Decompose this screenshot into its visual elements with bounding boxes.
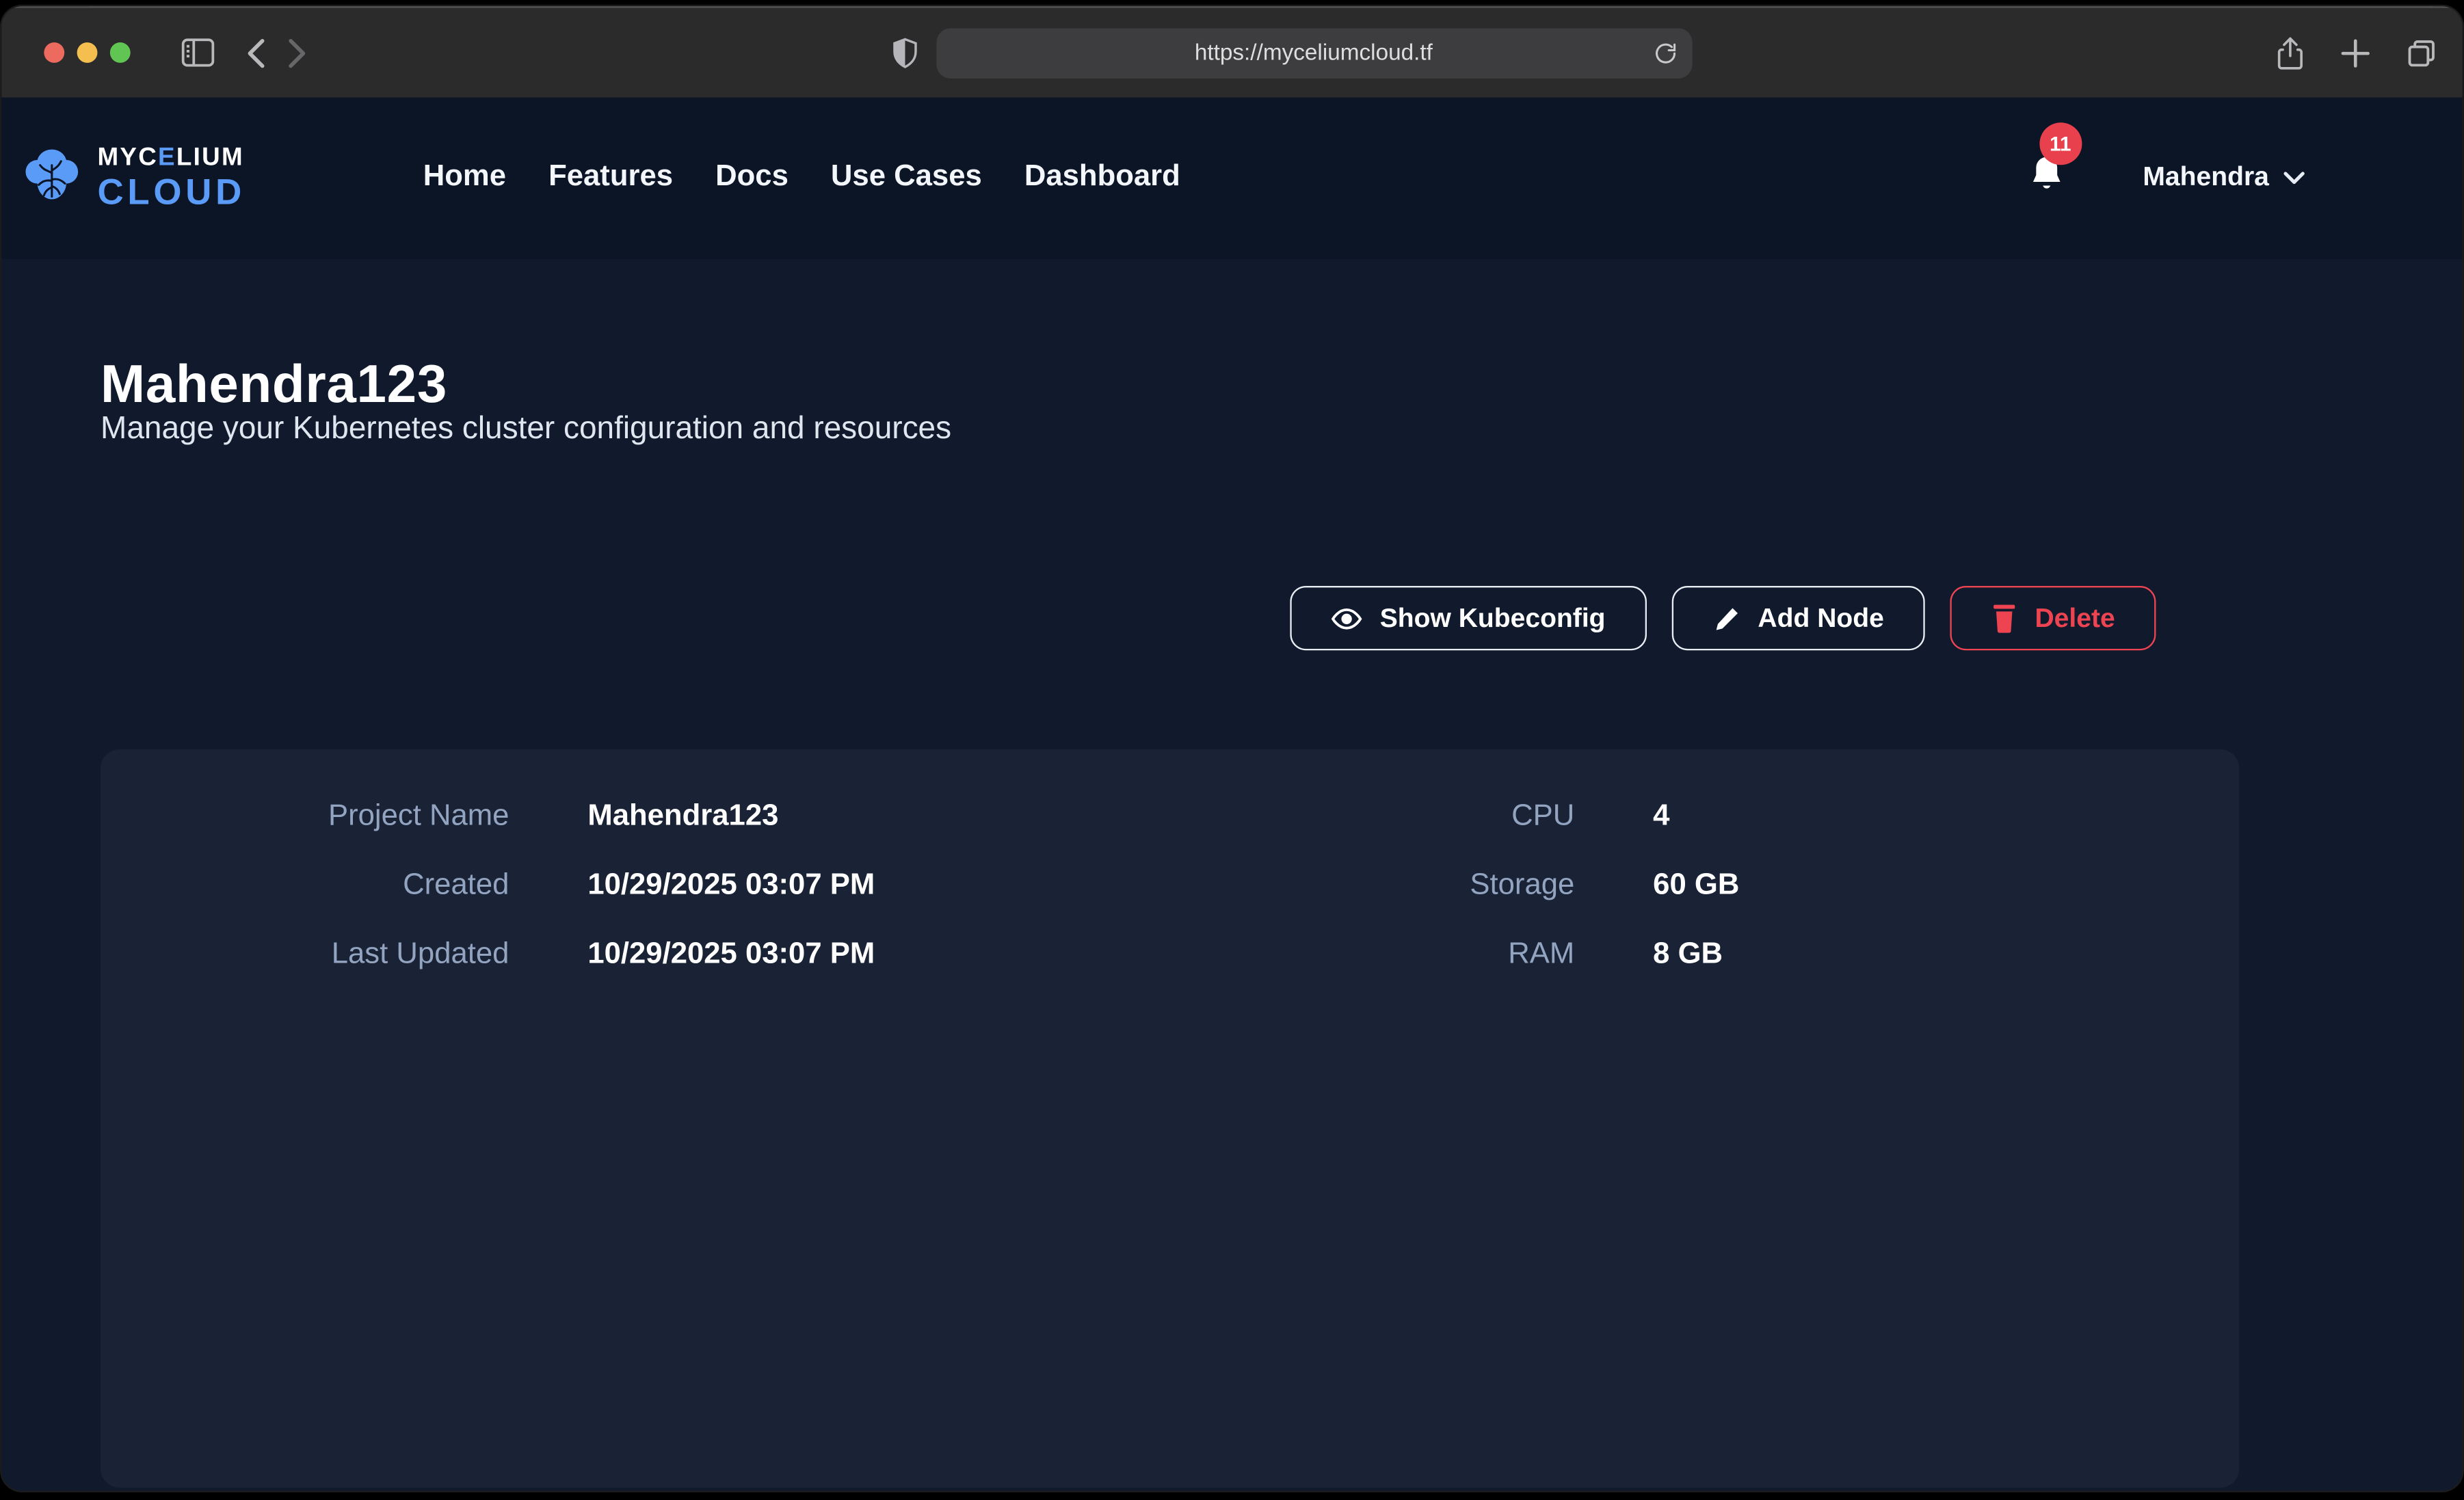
info-row-project-name: Project Name Mahendra123 xyxy=(101,800,1276,835)
mycelium-cloud-logo-icon xyxy=(21,146,83,210)
toolbar-right-icons xyxy=(2275,36,2437,70)
notifications-badge: 11 xyxy=(2039,122,2082,165)
reload-icon[interactable] xyxy=(1652,40,1678,66)
share-icon[interactable] xyxy=(2275,36,2305,70)
info-row-storage: Storage 60 GB xyxy=(1276,869,2239,904)
cpu-label: CPU xyxy=(1276,800,1575,835)
storage-label: Storage xyxy=(1276,869,1575,904)
cluster-info-grid: Project Name Mahendra123 Created 10/29/2… xyxy=(101,749,2239,972)
info-row-ram: RAM 8 GB xyxy=(1276,938,2239,973)
back-button-icon[interactable] xyxy=(247,37,266,68)
navbar-right: 11 Mahendra xyxy=(2028,154,2305,201)
nav-home[interactable]: Home xyxy=(423,160,506,195)
ram-value: 8 GB xyxy=(1653,938,1723,973)
main-nav: Home Features Docs Use Cases Dashboard xyxy=(423,160,1180,195)
address-bar[interactable]: https://myceliumcloud.tf xyxy=(936,27,1691,78)
trash-icon xyxy=(1991,603,2017,633)
browser-toolbar: https://myceliumcloud.tf xyxy=(1,6,2462,97)
cpu-value: 4 xyxy=(1653,800,1669,835)
delete-label: Delete xyxy=(2035,602,2115,634)
brand-logo[interactable]: MYCELIUM CLOUD xyxy=(21,146,246,210)
add-node-button[interactable]: Add Node xyxy=(1671,586,1925,650)
page-subtitle: Manage your Kubernetes cluster configura… xyxy=(101,412,951,448)
cluster-details-card: Project Name Mahendra123 Created 10/29/2… xyxy=(101,749,2239,1488)
browser-window: https://myceliumcloud.tf xyxy=(1,6,2462,1490)
page-content: Mahendra123 Manage your Kubernetes clust… xyxy=(1,96,2462,1490)
notifications-button[interactable]: 11 xyxy=(2028,154,2065,201)
show-kubeconfig-label: Show Kubeconfig xyxy=(1380,602,1606,634)
show-kubeconfig-button[interactable]: Show Kubeconfig xyxy=(1290,586,1647,650)
created-label: Created xyxy=(101,869,509,904)
last-updated-label: Last Updated xyxy=(101,938,509,973)
last-updated-value: 10/29/2025 03:07 PM xyxy=(587,938,875,973)
bell-icon xyxy=(2028,173,2065,200)
minimize-window-button[interactable] xyxy=(77,42,98,63)
brand-name-top: MYCELIUM xyxy=(97,146,246,171)
add-node-label: Add Node xyxy=(1758,602,1883,634)
eye-icon xyxy=(1331,602,1362,634)
forward-button-icon[interactable] xyxy=(287,37,306,68)
info-row-created: Created 10/29/2025 03:07 PM xyxy=(101,869,1276,904)
close-window-button[interactable] xyxy=(44,42,64,63)
user-menu[interactable]: Mahendra xyxy=(2143,162,2305,193)
traffic-lights xyxy=(44,42,130,63)
site-viewport: Mahendra123 Manage your Kubernetes clust… xyxy=(1,96,2462,1490)
sidebar-toggle-icon[interactable] xyxy=(181,38,215,68)
url-text: https://myceliumcloud.tf xyxy=(1195,40,1433,66)
info-row-cpu: CPU 4 xyxy=(1276,800,2239,835)
screenshot-stage: https://myceliumcloud.tf xyxy=(0,0,2464,1500)
nav-use-cases[interactable]: Use Cases xyxy=(831,160,982,195)
nav-dashboard[interactable]: Dashboard xyxy=(1024,160,1180,195)
new-tab-plus-icon[interactable] xyxy=(2342,38,2370,66)
cluster-actions: Show Kubeconfig Add Node Delete xyxy=(1290,586,2156,650)
delete-cluster-button[interactable]: Delete xyxy=(1950,586,2156,650)
storage-value: 60 GB xyxy=(1653,869,1739,904)
zoom-window-button[interactable] xyxy=(110,42,131,63)
chevron-down-icon xyxy=(2283,162,2305,193)
info-row-last-updated: Last Updated 10/29/2025 03:07 PM xyxy=(101,938,1276,973)
project-name-label: Project Name xyxy=(101,800,509,835)
ram-label: RAM xyxy=(1276,938,1575,973)
brand-name-bottom: CLOUD xyxy=(97,174,246,210)
created-value: 10/29/2025 03:07 PM xyxy=(587,869,875,904)
nav-docs[interactable]: Docs xyxy=(715,160,789,195)
page-title: Mahendra123 xyxy=(101,355,447,416)
privacy-shield-icon[interactable] xyxy=(890,36,918,70)
project-name-value: Mahendra123 xyxy=(587,800,778,835)
nav-features[interactable]: Features xyxy=(548,160,673,195)
pencil-icon xyxy=(1712,604,1740,632)
tab-overview-icon[interactable] xyxy=(2406,37,2437,68)
user-name: Mahendra xyxy=(2143,162,2268,193)
site-navbar: MYCELIUM CLOUD Home Features Docs Use Ca… xyxy=(1,96,2462,259)
